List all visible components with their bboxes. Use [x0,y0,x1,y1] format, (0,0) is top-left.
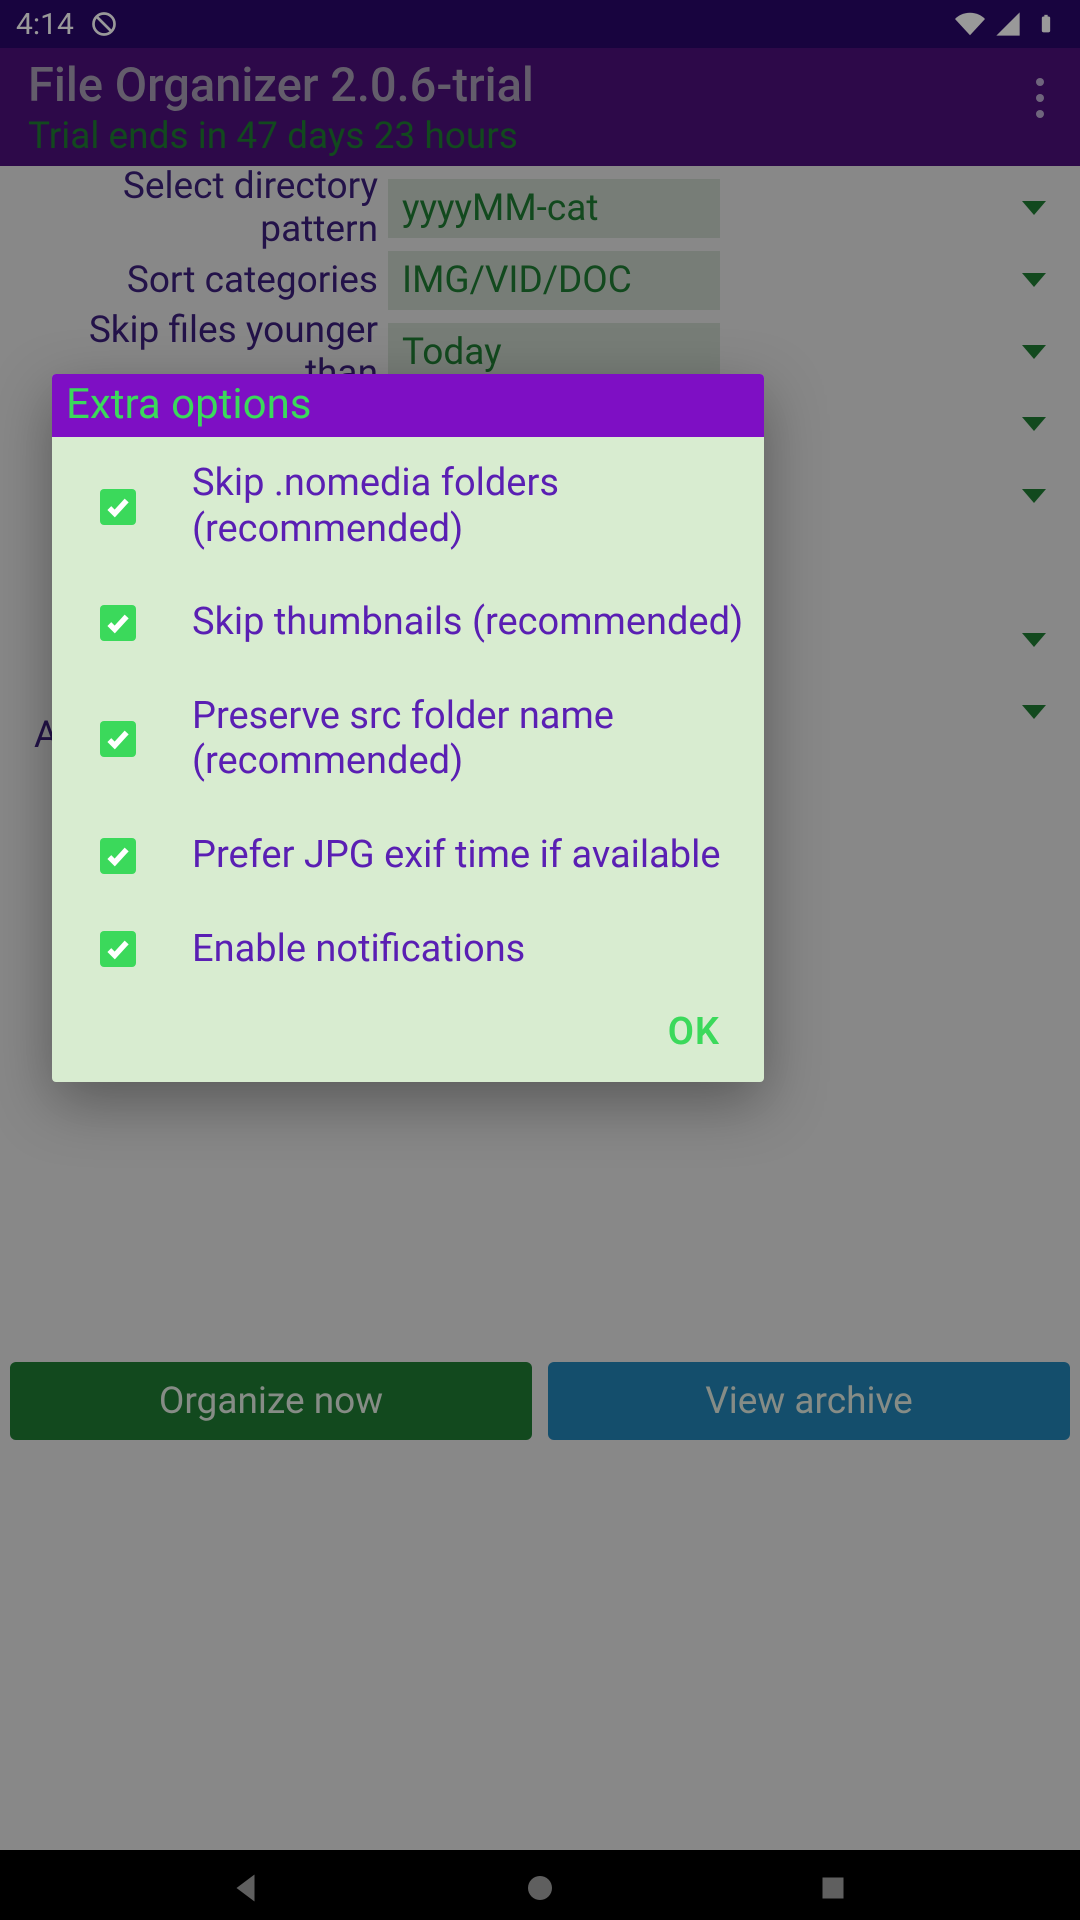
checkbox-checked-icon[interactable] [100,838,136,874]
option-enable-notifications[interactable]: Enable notifications [52,903,764,997]
dialog-title: Extra options [52,374,764,437]
checkbox-checked-icon[interactable] [100,489,136,525]
checkbox-checked-icon[interactable] [100,721,136,757]
checkbox-checked-icon[interactable] [100,931,136,967]
option-label: Preserve src folder name (recommended) [192,694,744,785]
option-label: Prefer JPG exif time if available [192,833,744,879]
option-label: Skip thumbnails (recommended) [192,600,744,646]
extra-options-dialog: Extra options Skip .nomedia folders (rec… [52,374,764,1082]
ok-button[interactable]: OK [668,1010,720,1054]
option-skip-thumbnails[interactable]: Skip thumbnails (recommended) [52,576,764,670]
option-preserve-src[interactable]: Preserve src folder name (recommended) [52,670,764,809]
device-frame: 4:14 File Organizer 2.0.6-trial Trial en… [0,0,1080,1920]
option-label: Skip .nomedia folders (recommended) [192,461,744,552]
option-prefer-exif[interactable]: Prefer JPG exif time if available [52,809,764,903]
checkbox-checked-icon[interactable] [100,605,136,641]
dialog-footer: OK [52,996,764,1082]
option-label: Enable notifications [192,927,744,973]
option-skip-nomedia[interactable]: Skip .nomedia folders (recommended) [52,437,764,576]
